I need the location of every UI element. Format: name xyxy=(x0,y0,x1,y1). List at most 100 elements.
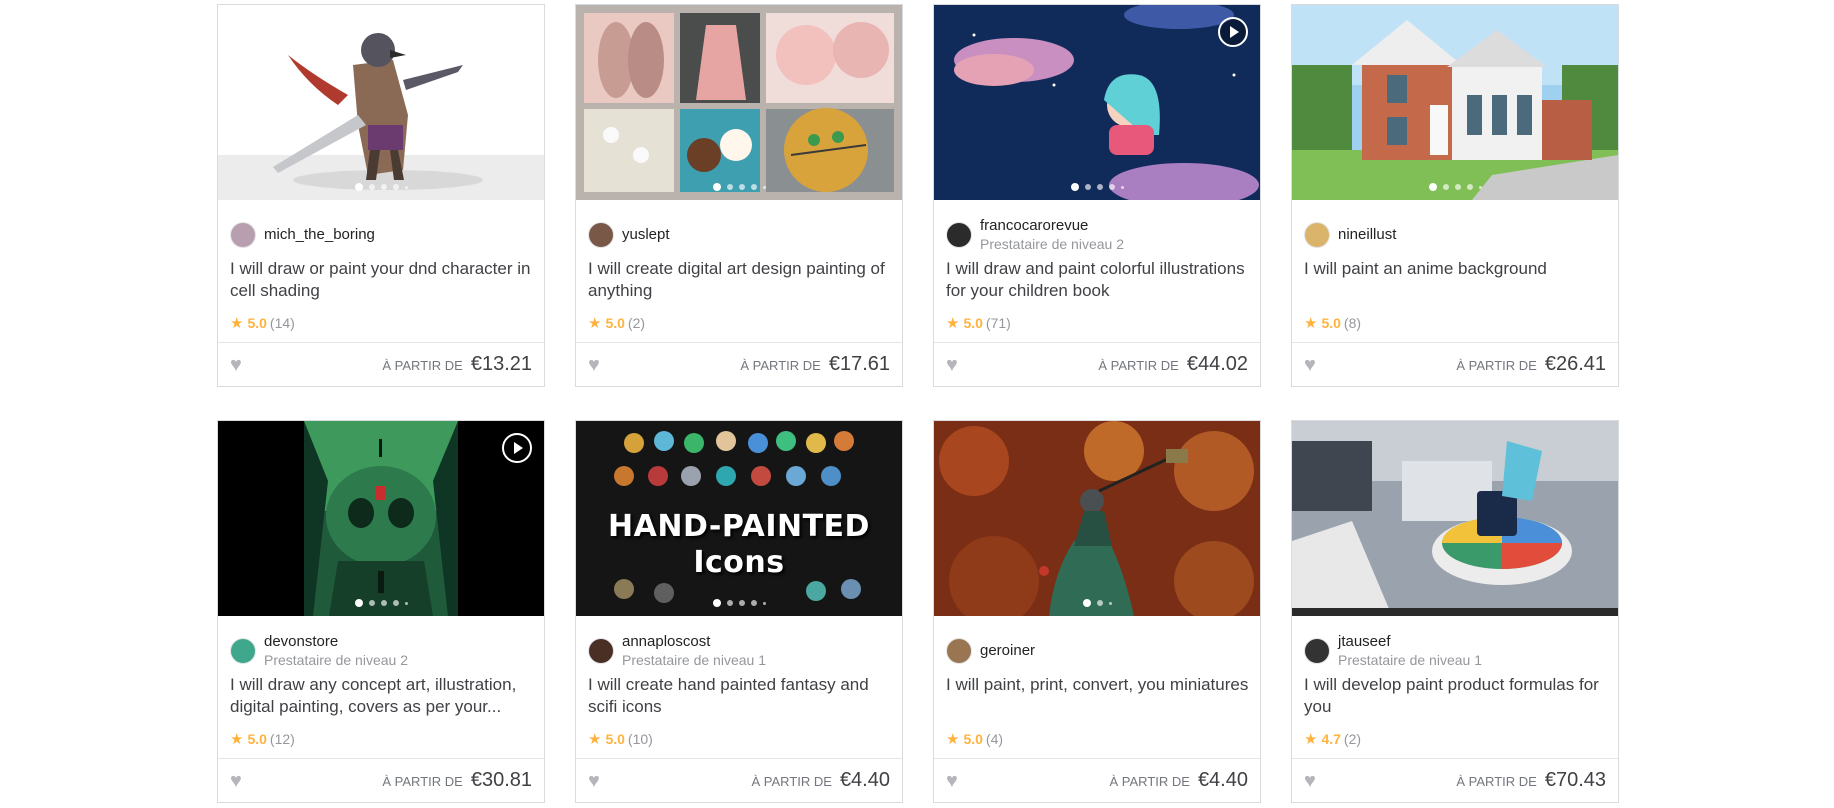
avatar[interactable] xyxy=(946,222,972,248)
review-count: (10) xyxy=(627,731,653,747)
review-count: (71) xyxy=(985,315,1011,331)
play-icon[interactable] xyxy=(1218,17,1248,47)
rating-score: 4.7 xyxy=(1321,731,1341,747)
paint-lab-image xyxy=(1292,421,1618,616)
carousel-dots[interactable] xyxy=(934,183,1260,191)
gig-title[interactable]: I will draw or paint your dnd character … xyxy=(230,258,535,302)
gig-title[interactable]: I will paint, print, convert, you miniat… xyxy=(946,674,1251,718)
heart-icon[interactable]: ♥ xyxy=(588,355,600,375)
rating-score: 5.0 xyxy=(605,315,625,331)
price-prefix: À PARTIR DE xyxy=(1456,774,1537,789)
seller-name[interactable]: nineillust xyxy=(1338,226,1396,244)
gig-card[interactable]: devonstore Prestataire de niveau 2 I wil… xyxy=(217,420,545,803)
gig-thumbnail[interactable] xyxy=(218,5,544,200)
price[interactable]: À PARTIR DE €70.43 xyxy=(1456,769,1606,792)
review-count: (12) xyxy=(269,731,295,747)
seller-name[interactable]: geroiner xyxy=(980,642,1035,660)
seller-name[interactable]: annaploscost xyxy=(622,633,766,651)
seller-name[interactable]: devonstore xyxy=(264,633,408,651)
star-icon: ★ xyxy=(1304,315,1318,332)
rating: ★ 5.0 (8) xyxy=(1304,314,1361,332)
star-icon: ★ xyxy=(946,731,960,748)
seller-name[interactable]: yuslept xyxy=(622,226,670,244)
gig-title[interactable]: I will create hand painted fantasy and s… xyxy=(588,674,893,718)
heart-icon[interactable]: ♥ xyxy=(230,355,242,375)
gig-card[interactable]: yuslept I will create digital art design… xyxy=(575,4,903,387)
heart-icon[interactable]: ♥ xyxy=(946,355,958,375)
star-icon: ★ xyxy=(946,315,960,332)
gig-card[interactable]: jtauseef Prestataire de niveau 1 I will … xyxy=(1291,420,1619,803)
children-book-illustration-image xyxy=(934,5,1260,200)
price-value: €70.43 xyxy=(1544,769,1606,791)
price-value: €4.40 xyxy=(839,769,890,791)
gig-title[interactable]: I will develop paint product formulas fo… xyxy=(1304,674,1609,718)
price[interactable]: À PARTIR DE €17.61 xyxy=(740,353,890,376)
seller-info[interactable]: geroiner xyxy=(946,631,1035,671)
dnd-character-image xyxy=(218,5,544,200)
seller-name[interactable]: mich_the_boring xyxy=(264,226,375,244)
review-count: (2) xyxy=(627,315,646,331)
gig-title[interactable]: I will paint an anime background xyxy=(1304,258,1609,302)
gig-card[interactable]: francocarorevue Prestataire de niveau 2 … xyxy=(933,4,1261,387)
gig-thumbnail[interactable] xyxy=(1292,5,1618,200)
avatar[interactable] xyxy=(230,222,256,248)
seller-info[interactable]: annaploscost Prestataire de niveau 1 xyxy=(588,631,766,671)
gig-thumbnail[interactable] xyxy=(934,421,1260,616)
avatar[interactable] xyxy=(230,638,256,664)
heart-icon[interactable]: ♥ xyxy=(230,771,242,791)
avatar[interactable] xyxy=(1304,638,1330,664)
price[interactable]: À PARTIR DE €30.81 xyxy=(382,769,532,792)
price[interactable]: À PARTIR DE €44.02 xyxy=(1098,353,1248,376)
seller-info[interactable]: nineillust xyxy=(1304,215,1396,255)
heart-icon[interactable]: ♥ xyxy=(1304,771,1316,791)
carousel-dots[interactable] xyxy=(218,599,544,607)
review-count: (8) xyxy=(1343,315,1362,331)
card-footer: ♥ À PARTIR DE €44.02 xyxy=(934,342,1260,386)
rating: ★ 5.0 (10) xyxy=(588,730,653,748)
price[interactable]: À PARTIR DE €13.21 xyxy=(382,353,532,376)
price[interactable]: À PARTIR DE €4.40 xyxy=(1110,769,1249,792)
gig-title[interactable]: I will create digital art design paintin… xyxy=(588,258,893,302)
card-footer: ♥ À PARTIR DE €26.41 xyxy=(1292,342,1618,386)
painted-miniature-image xyxy=(934,421,1260,616)
card-footer: ♥ À PARTIR DE €13.21 xyxy=(218,342,544,386)
heart-icon[interactable]: ♥ xyxy=(946,771,958,791)
gig-thumbnail[interactable] xyxy=(218,421,544,616)
carousel-dots[interactable] xyxy=(576,183,902,191)
review-count: (14) xyxy=(269,315,295,331)
seller-info[interactable]: francocarorevue Prestataire de niveau 2 xyxy=(946,215,1124,255)
seller-info[interactable]: yuslept xyxy=(588,215,670,255)
price-value: €26.41 xyxy=(1544,353,1606,375)
seller-info[interactable]: devonstore Prestataire de niveau 2 xyxy=(230,631,408,671)
seller-info[interactable]: mich_the_boring xyxy=(230,215,375,255)
gig-card[interactable]: HAND-PAINTED Icons annaploscost Prestata… xyxy=(575,420,903,803)
price-value: €44.02 xyxy=(1186,353,1248,375)
avatar[interactable] xyxy=(588,638,614,664)
gig-thumbnail[interactable] xyxy=(576,5,902,200)
gig-card[interactable]: nineillust I will paint an anime backgro… xyxy=(1291,4,1619,387)
gig-title[interactable]: I will draw any concept art, illustratio… xyxy=(230,674,535,718)
avatar[interactable] xyxy=(946,638,972,664)
gig-thumbnail[interactable] xyxy=(934,5,1260,200)
gig-title[interactable]: I will draw and paint colorful illustrat… xyxy=(946,258,1251,302)
heart-icon[interactable]: ♥ xyxy=(588,771,600,791)
carousel-dots[interactable] xyxy=(576,599,902,607)
gig-card[interactable]: mich_the_boring I will draw or paint you… xyxy=(217,4,545,387)
seller-info[interactable]: jtauseef Prestataire de niveau 1 xyxy=(1304,631,1482,671)
avatar[interactable] xyxy=(1304,222,1330,248)
price-value: €17.61 xyxy=(828,353,890,375)
seller-name[interactable]: jtauseef xyxy=(1338,633,1482,651)
gig-thumbnail[interactable]: HAND-PAINTED Icons xyxy=(576,421,902,616)
price[interactable]: À PARTIR DE €26.41 xyxy=(1456,353,1606,376)
seller-name[interactable]: francocarorevue xyxy=(980,217,1124,235)
gig-card[interactable]: geroiner I will paint, print, convert, y… xyxy=(933,420,1261,803)
heart-icon[interactable]: ♥ xyxy=(1304,355,1316,375)
carousel-dots[interactable] xyxy=(218,183,544,191)
price[interactable]: À PARTIR DE €4.40 xyxy=(752,769,891,792)
gig-thumbnail[interactable] xyxy=(1292,421,1618,616)
price-prefix: À PARTIR DE xyxy=(382,358,463,373)
avatar[interactable] xyxy=(588,222,614,248)
play-icon[interactable] xyxy=(502,433,532,463)
carousel-dots[interactable] xyxy=(934,599,1260,607)
carousel-dots[interactable] xyxy=(1292,183,1618,191)
